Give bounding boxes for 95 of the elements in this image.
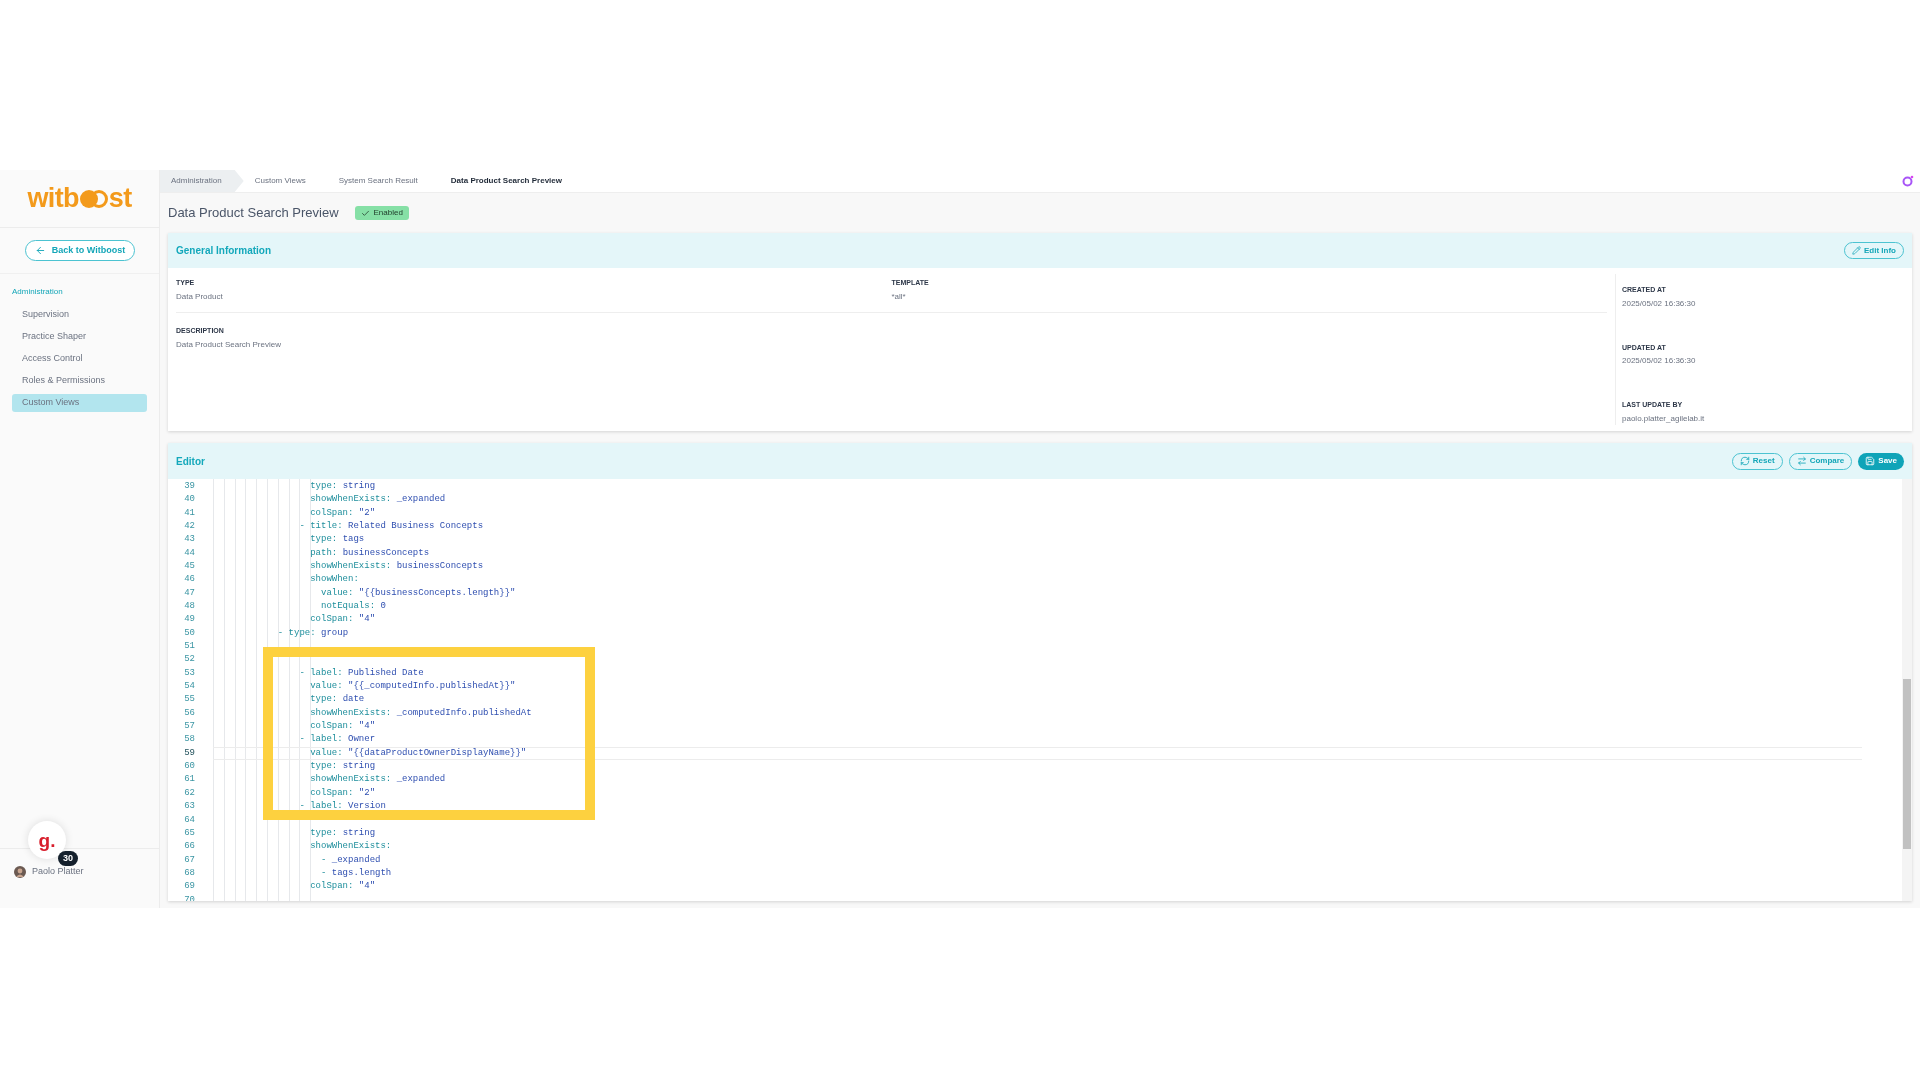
line-number: 68: [183, 866, 195, 880]
code-line: colSpan: "4": [309, 880, 376, 894]
code-line: type: string: [309, 479, 376, 493]
page-title: Data Product Search Preview: [168, 204, 339, 223]
line-number: 65: [183, 826, 195, 840]
line-number: 57: [183, 720, 195, 734]
code-line: colSpan: "2": [309, 786, 376, 800]
breadcrumb-link[interactable]: Administration: [160, 170, 244, 192]
check-icon: [360, 208, 370, 218]
code-line: - tags.length: [320, 866, 392, 880]
code-line: notEquals: 0: [320, 600, 386, 613]
code-line: path: businessConcepts: [309, 546, 430, 560]
arrows-icon: [1796, 456, 1807, 466]
line-number: 70: [183, 893, 195, 901]
section-title: General Information: [176, 244, 271, 258]
line-number: 49: [183, 613, 195, 627]
code-line: value: "{{_computedInfo.publishedAt}}": [309, 680, 516, 694]
code-line: showWhenExists: _expanded: [309, 773, 446, 787]
line-number: 61: [183, 773, 195, 787]
field-value: 2025/05/02 16:36:30: [1622, 297, 1697, 310]
refresh-icon: [1739, 456, 1750, 466]
status-badge: Enabled: [354, 206, 409, 220]
line-number: 66: [183, 840, 195, 854]
line-number: 51: [183, 640, 195, 654]
line-number: 47: [183, 586, 195, 600]
line-number: 56: [183, 706, 195, 720]
field-value: Data Product: [176, 290, 224, 303]
line-number: 53: [183, 666, 195, 680]
line-number: 50: [183, 626, 195, 640]
nav-item[interactable]: Practice Shaper: [12, 328, 147, 346]
code-line: colSpan: "4": [309, 720, 376, 734]
field-value: paolo.platter_agilelab.it: [1622, 412, 1706, 425]
code-line: - type: group: [276, 626, 349, 640]
line-number: 58: [183, 733, 195, 747]
user-name: Paolo Platter: [32, 865, 84, 878]
line-number: 64: [183, 813, 195, 827]
line-number: 60: [183, 760, 195, 774]
save-button[interactable]: Save: [1858, 452, 1904, 470]
code-line: colSpan: "2": [309, 506, 376, 520]
nav-item[interactable]: Access Control: [12, 350, 147, 368]
code-line: - _expanded: [320, 853, 381, 867]
line-number: 48: [183, 600, 195, 613]
code-line: - title: Related Business Concepts: [298, 519, 484, 533]
code-line: - label: Version: [298, 800, 386, 814]
breadcrumb-link[interactable]: Data Product Search Preview: [439, 170, 584, 192]
line-number: 69: [183, 880, 195, 894]
logo-text: st: [108, 185, 132, 212]
line-number: 45: [183, 560, 195, 573]
code-line: type: string: [309, 760, 376, 774]
code-line: showWhenExists: businessConcepts: [309, 560, 484, 573]
nav-item[interactable]: Custom Views: [12, 394, 147, 412]
line-number: 41: [183, 506, 195, 520]
notification-badge: 30: [58, 851, 78, 866]
line-number: 39: [183, 479, 195, 493]
code-line: type: tags: [309, 533, 365, 547]
scrollbar-thumb[interactable]: [1903, 679, 1911, 849]
nav-item[interactable]: Roles & Permissions: [12, 372, 147, 390]
arrow-left-icon: [34, 245, 46, 256]
nav-item[interactable]: Supervision: [12, 306, 147, 324]
code-line: showWhen:: [309, 573, 359, 587]
breadcrumb-link[interactable]: System Search Result: [327, 170, 440, 192]
code-line: type: string: [309, 826, 376, 840]
line-number: 43: [183, 533, 195, 547]
ring-icon: [1902, 175, 1914, 187]
code-line: value: "{{dataProductOwnerDisplayName}}": [309, 746, 527, 760]
code-line: colSpan: "4": [309, 613, 376, 627]
line-number: 63: [183, 800, 195, 814]
section-title: Editor: [176, 454, 205, 469]
line-number: 67: [183, 853, 195, 867]
line-number: 54: [183, 680, 195, 694]
code-line: showWhenExists: _expanded: [309, 493, 446, 507]
code-line: showWhenExists: _computedInfo.publishedAt: [309, 706, 532, 720]
line-number: 59: [183, 746, 195, 760]
code-line: - label: Owner: [298, 733, 376, 747]
code-line: value: "{{businessConcepts.length}}": [320, 586, 516, 600]
line-number: 55: [183, 693, 195, 707]
logo-text: witb: [27, 185, 79, 212]
code-line: showWhenExists:: [309, 840, 392, 854]
logo-mark-icon: [78, 188, 109, 209]
line-number: 42: [183, 519, 195, 533]
line-number: 62: [183, 786, 195, 800]
line-number: 44: [183, 546, 195, 560]
section-label: Administration: [11, 286, 64, 298]
pencil-icon: [1852, 246, 1861, 255]
back-button[interactable]: Back to Witboost: [25, 240, 135, 261]
line-number: 52: [183, 653, 195, 667]
avatar-icon: [14, 865, 26, 878]
code-line: type: date: [309, 693, 365, 707]
line-number: 40: [183, 493, 195, 507]
code-line: - label: Published Date: [298, 666, 424, 680]
field-value: Data Product Search Preview: [176, 338, 282, 351]
field-value: *all*: [891, 290, 907, 303]
field-value: 2025/05/02 16:36:30: [1622, 355, 1697, 367]
line-number: 46: [183, 573, 195, 587]
breadcrumb-link[interactable]: Custom Views: [243, 170, 328, 192]
